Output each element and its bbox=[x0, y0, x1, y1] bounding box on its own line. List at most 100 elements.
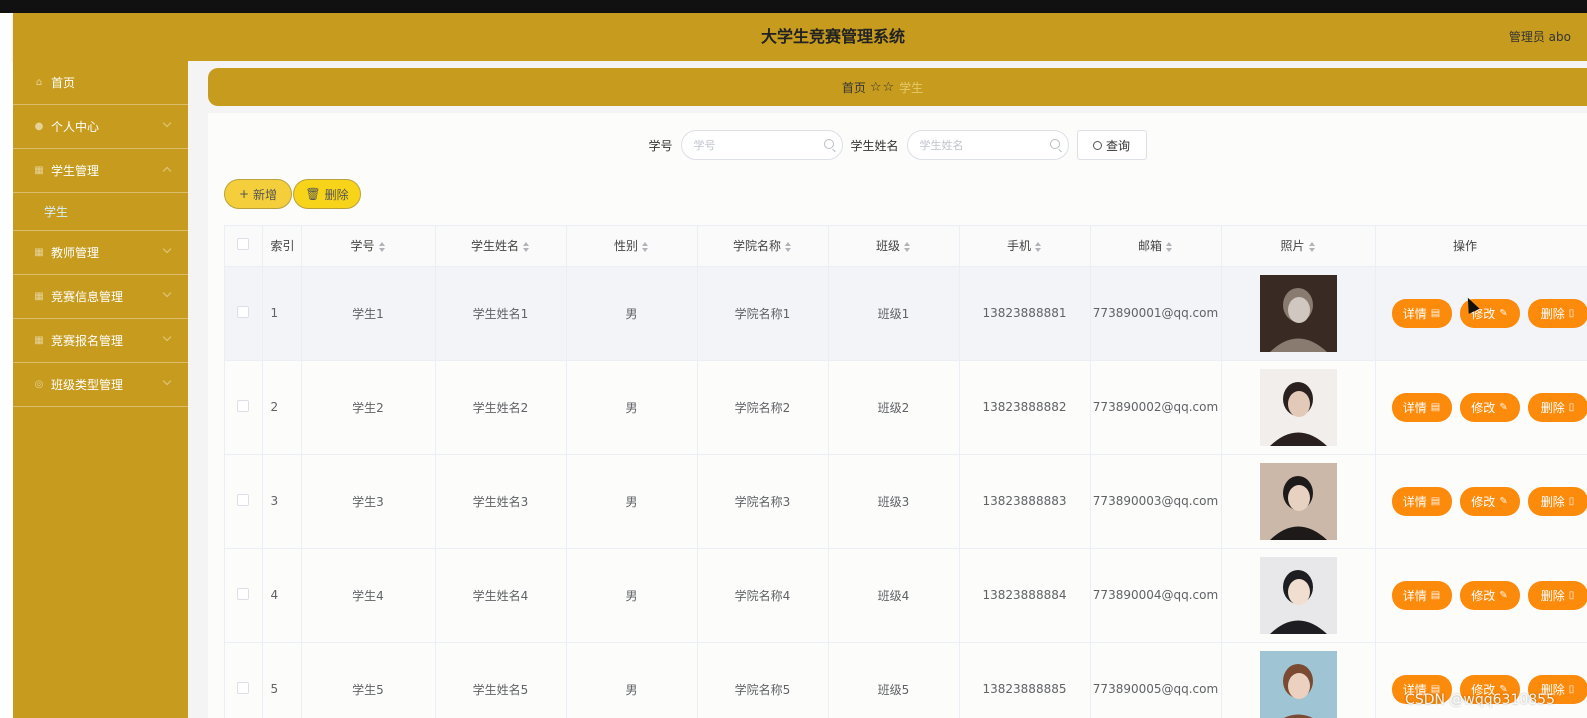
detail-button[interactable]: 详情 ▤ bbox=[1391, 486, 1452, 516]
pencil-icon: ✎ bbox=[1499, 307, 1508, 319]
row-select-cell bbox=[225, 266, 263, 361]
grid-icon: ▦ bbox=[34, 165, 44, 176]
student-photo[interactable] bbox=[1259, 462, 1337, 540]
column-header-photo[interactable]: 照片 bbox=[1221, 226, 1376, 267]
edit-button[interactable]: 修改 ✎ bbox=[1459, 392, 1520, 422]
sidebar-subitem-label: 学生 bbox=[44, 205, 69, 219]
student-photo[interactable] bbox=[1259, 368, 1337, 446]
edit-button-label: 修改 bbox=[1471, 588, 1496, 603]
student-table: 索引 学号 学生姓名 性别 学院名称 班级 手机 邮箱 照片 操作 1 学生1 学生 bbox=[224, 225, 1587, 718]
table-row: 2 学生2 学生姓名2 男学院名称2 班级2 13823888882 773890002@q… bbox=[225, 360, 1587, 455]
row-checkbox[interactable] bbox=[237, 681, 250, 694]
sort-icon[interactable] bbox=[904, 241, 911, 252]
row-select-cell bbox=[225, 548, 263, 643]
sidebar-item-teacher-management[interactable]: ▦ 教师管理 bbox=[13, 231, 188, 275]
detail-button-label: 详情 bbox=[1402, 494, 1427, 509]
column-header-student-name[interactable]: 学生姓名 bbox=[435, 226, 567, 267]
sidebar-item-label: 班级类型管理 bbox=[51, 378, 124, 392]
trash-icon: ▯ bbox=[1568, 495, 1575, 507]
sort-icon[interactable] bbox=[1308, 241, 1316, 252]
edit-button-label: 修改 bbox=[1471, 400, 1496, 415]
query-button[interactable]: 查询 bbox=[1076, 130, 1147, 160]
sidebar-item-competition-signup[interactable]: ▦ 竞赛报名管理 bbox=[13, 319, 188, 363]
sort-icon[interactable] bbox=[1166, 241, 1173, 252]
app-header: 大学生竞赛管理系统 管理员 abo bbox=[13, 13, 1587, 61]
student-photo[interactable] bbox=[1259, 556, 1337, 634]
main-area: 首页 ☆☆ 学生 学号 学生姓名 查询 bbox=[188, 61, 1587, 718]
delete-button[interactable]: 删除 ▯ bbox=[1527, 298, 1587, 328]
breadcrumb-current: 学生 bbox=[899, 80, 924, 95]
cell-photo bbox=[1221, 642, 1376, 718]
edit-button[interactable]: 修改 ✎ bbox=[1459, 580, 1520, 610]
cell-student-name: 学生姓名2 bbox=[435, 360, 567, 455]
student-id-input[interactable] bbox=[693, 138, 824, 152]
column-header-college[interactable]: 学院名称 bbox=[697, 226, 829, 267]
batch-delete-button[interactable]: 🗑 删除 bbox=[293, 179, 361, 209]
sidebar-item-class-type[interactable]: ◎ 班级类型管理 bbox=[13, 363, 188, 407]
user-info[interactable]: 管理员 abo bbox=[1509, 13, 1571, 61]
column-header-phone[interactable]: 手机 bbox=[959, 226, 1091, 267]
row-select-cell bbox=[225, 454, 263, 549]
row-checkbox[interactable] bbox=[237, 305, 250, 318]
detail-button[interactable]: 详情 ▤ bbox=[1391, 298, 1452, 328]
sort-icon[interactable] bbox=[642, 241, 649, 252]
cell-gender: 男 bbox=[566, 266, 698, 361]
column-header-student-id[interactable]: 学号 bbox=[301, 226, 436, 267]
column-header-label: 班级 bbox=[875, 239, 900, 254]
student-name-input[interactable] bbox=[919, 138, 1050, 152]
sidebar-item-label: 首页 bbox=[51, 76, 76, 90]
cell-email: 773890004@qq.com bbox=[1090, 548, 1222, 643]
breadcrumb-home[interactable]: 首页 bbox=[842, 79, 866, 96]
sort-icon[interactable] bbox=[1035, 241, 1042, 252]
sort-icon[interactable] bbox=[378, 241, 386, 252]
delete-button[interactable]: 删除 ▯ bbox=[1527, 580, 1587, 610]
cell-student-id: 学生4 bbox=[301, 548, 436, 643]
table-row: 1 学生1 学生姓名1 男学院名称1 班级1 13823888881 773890001@q… bbox=[225, 266, 1587, 361]
column-header-label: 照片 bbox=[1280, 239, 1305, 254]
cell-email: 773890001@qq.com bbox=[1090, 266, 1222, 361]
row-checkbox[interactable] bbox=[237, 587, 250, 600]
pencil-icon: ✎ bbox=[1499, 495, 1508, 507]
sidebar: ⌂ 首页 ● 个人中心 ▦ 学生管理 学生 ▦ 教师管理 ▦ 竞赛信息管理 ▦ bbox=[13, 61, 188, 718]
delete-button-label: 删除 bbox=[1540, 588, 1565, 603]
delete-button[interactable]: 删除 ▯ bbox=[1527, 486, 1587, 516]
cell-phone: 13823888885 bbox=[959, 642, 1091, 718]
cell-phone: 13823888882 bbox=[959, 360, 1091, 455]
column-header-class[interactable]: 班级 bbox=[828, 226, 960, 267]
search-icon bbox=[1093, 140, 1102, 150]
column-header-email[interactable]: 邮箱 bbox=[1090, 226, 1222, 267]
grid-icon: ▦ bbox=[34, 291, 44, 302]
plus-icon: + bbox=[238, 187, 250, 201]
column-header-gender[interactable]: 性别 bbox=[566, 226, 698, 267]
cell-student-name: 学生姓名5 bbox=[435, 642, 567, 718]
select-all-checkbox[interactable] bbox=[237, 238, 250, 251]
delete-button-label: 删除 bbox=[1540, 400, 1565, 415]
delete-button[interactable]: 删除 ▯ bbox=[1527, 392, 1587, 422]
sidebar-subitem-student[interactable]: 学生 bbox=[13, 193, 188, 231]
sidebar-item-profile[interactable]: ● 个人中心 bbox=[13, 105, 188, 149]
detail-button-label: 详情 bbox=[1402, 400, 1427, 415]
sidebar-item-student-management[interactable]: ▦ 学生管理 bbox=[13, 149, 188, 193]
student-id-search-box bbox=[680, 130, 843, 160]
cell-actions: 详情 ▤ 修改 ✎ 删除 ▯ bbox=[1375, 360, 1587, 455]
detail-button[interactable]: 详情 ▤ bbox=[1391, 580, 1452, 610]
row-checkbox[interactable] bbox=[237, 399, 250, 412]
student-photo[interactable] bbox=[1259, 650, 1337, 718]
sort-icon[interactable] bbox=[785, 241, 792, 252]
sort-icon[interactable] bbox=[523, 241, 530, 252]
add-button[interactable]: + 新增 bbox=[224, 179, 292, 209]
sidebar-item-home[interactable]: ⌂ 首页 bbox=[13, 61, 188, 105]
cell-email: 773890002@qq.com bbox=[1090, 360, 1222, 455]
detail-button[interactable]: 详情 ▤ bbox=[1391, 392, 1452, 422]
table-row: 4 学生4 学生姓名4 男学院名称4 班级4 13823888884 773890004@q… bbox=[225, 548, 1587, 643]
student-photo[interactable] bbox=[1259, 274, 1337, 352]
student-id-label: 学号 bbox=[648, 138, 673, 153]
cell-gender: 男 bbox=[566, 548, 698, 643]
row-checkbox[interactable] bbox=[237, 493, 250, 506]
column-header-label: 邮箱 bbox=[1137, 239, 1162, 254]
cell-college: 学院名称5 bbox=[697, 642, 829, 718]
sidebar-item-competition-info[interactable]: ▦ 竞赛信息管理 bbox=[13, 275, 188, 319]
cell-student-id: 学生2 bbox=[301, 360, 436, 455]
sidebar-item-label: 个人中心 bbox=[51, 120, 100, 134]
edit-button[interactable]: 修改 ✎ bbox=[1459, 486, 1520, 516]
